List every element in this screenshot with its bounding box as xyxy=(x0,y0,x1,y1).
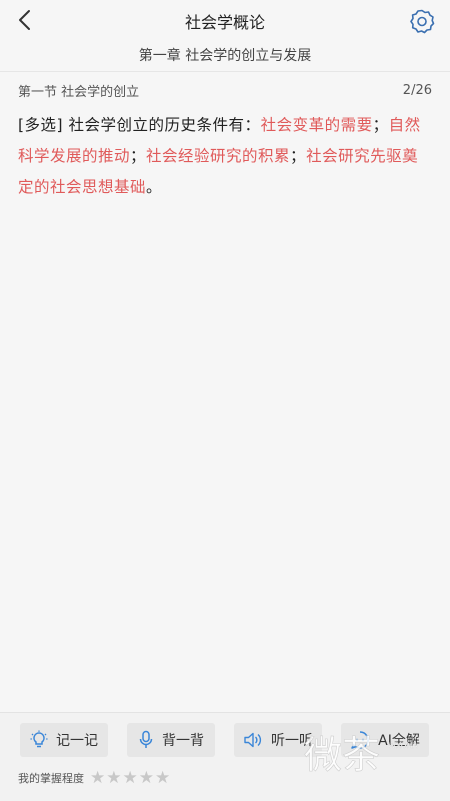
ai-explain-button[interactable]: AI全解 xyxy=(341,723,429,757)
question-progress: 2/26 xyxy=(402,82,432,98)
lightbulb-icon xyxy=(30,730,48,748)
star-icon[interactable]: ★ xyxy=(90,769,105,787)
memorize-label: 记一记 xyxy=(56,733,98,749)
star-icon[interactable]: ★ xyxy=(106,769,121,787)
star-icon[interactable]: ★ xyxy=(155,769,170,787)
mastery-label: 我的掌握程度 xyxy=(18,772,84,785)
question-type-tag: [多选] xyxy=(18,116,64,134)
divider xyxy=(0,71,450,72)
bottom-toolbar: 记一记 背一背 听一听 AI全解 我的掌握程度 ★ ★ ★ ★ ★ xyxy=(0,712,450,801)
star-icon[interactable]: ★ xyxy=(123,769,138,787)
listen-label: 听一听 xyxy=(271,733,313,749)
page-title: 社会学概论 xyxy=(184,13,265,32)
settings-gear-icon[interactable] xyxy=(408,8,436,34)
answer-item: 社会经验研究的积累 xyxy=(146,147,291,165)
section-row: 第一节 社会学的创立 2/26 xyxy=(18,80,432,100)
ai-explain-icon xyxy=(351,731,369,749)
star-icon[interactable]: ★ xyxy=(139,769,154,787)
back-arrow-icon[interactable] xyxy=(14,8,36,32)
memorize-button[interactable]: 记一记 xyxy=(20,723,108,757)
speaker-icon xyxy=(244,732,262,748)
chapter-title: 第一章 社会学的创立与发展 xyxy=(138,48,312,64)
recite-button[interactable]: 背一背 xyxy=(127,723,215,757)
star-rating: ★ ★ ★ ★ ★ xyxy=(90,769,170,787)
mastery-rating: 我的掌握程度 ★ ★ ★ ★ ★ xyxy=(18,767,170,789)
tool-button-row: 记一记 背一背 听一听 AI全解 xyxy=(0,723,450,759)
top-bar: 社会学概论 xyxy=(0,0,450,42)
answer-separator: ； xyxy=(130,147,147,165)
microphone-icon xyxy=(139,730,153,748)
answer-separator: ； xyxy=(290,147,307,165)
recite-label: 背一背 xyxy=(162,733,204,749)
question-stem: 社会学创立的历史条件有： xyxy=(68,116,261,134)
ai-explain-label: AI全解 xyxy=(378,733,420,749)
answer-separator: ； xyxy=(372,116,389,134)
section-title: 第一节 社会学的创立 xyxy=(18,84,140,100)
answer-end: 。 xyxy=(146,178,163,196)
answer-item: 社会变革的需要 xyxy=(260,116,373,134)
question-text: [多选] 社会学创立的历史条件有：社会变革的需要；自然科学发展的推动；社会经验研… xyxy=(18,110,432,203)
listen-button[interactable]: 听一听 xyxy=(234,723,322,757)
